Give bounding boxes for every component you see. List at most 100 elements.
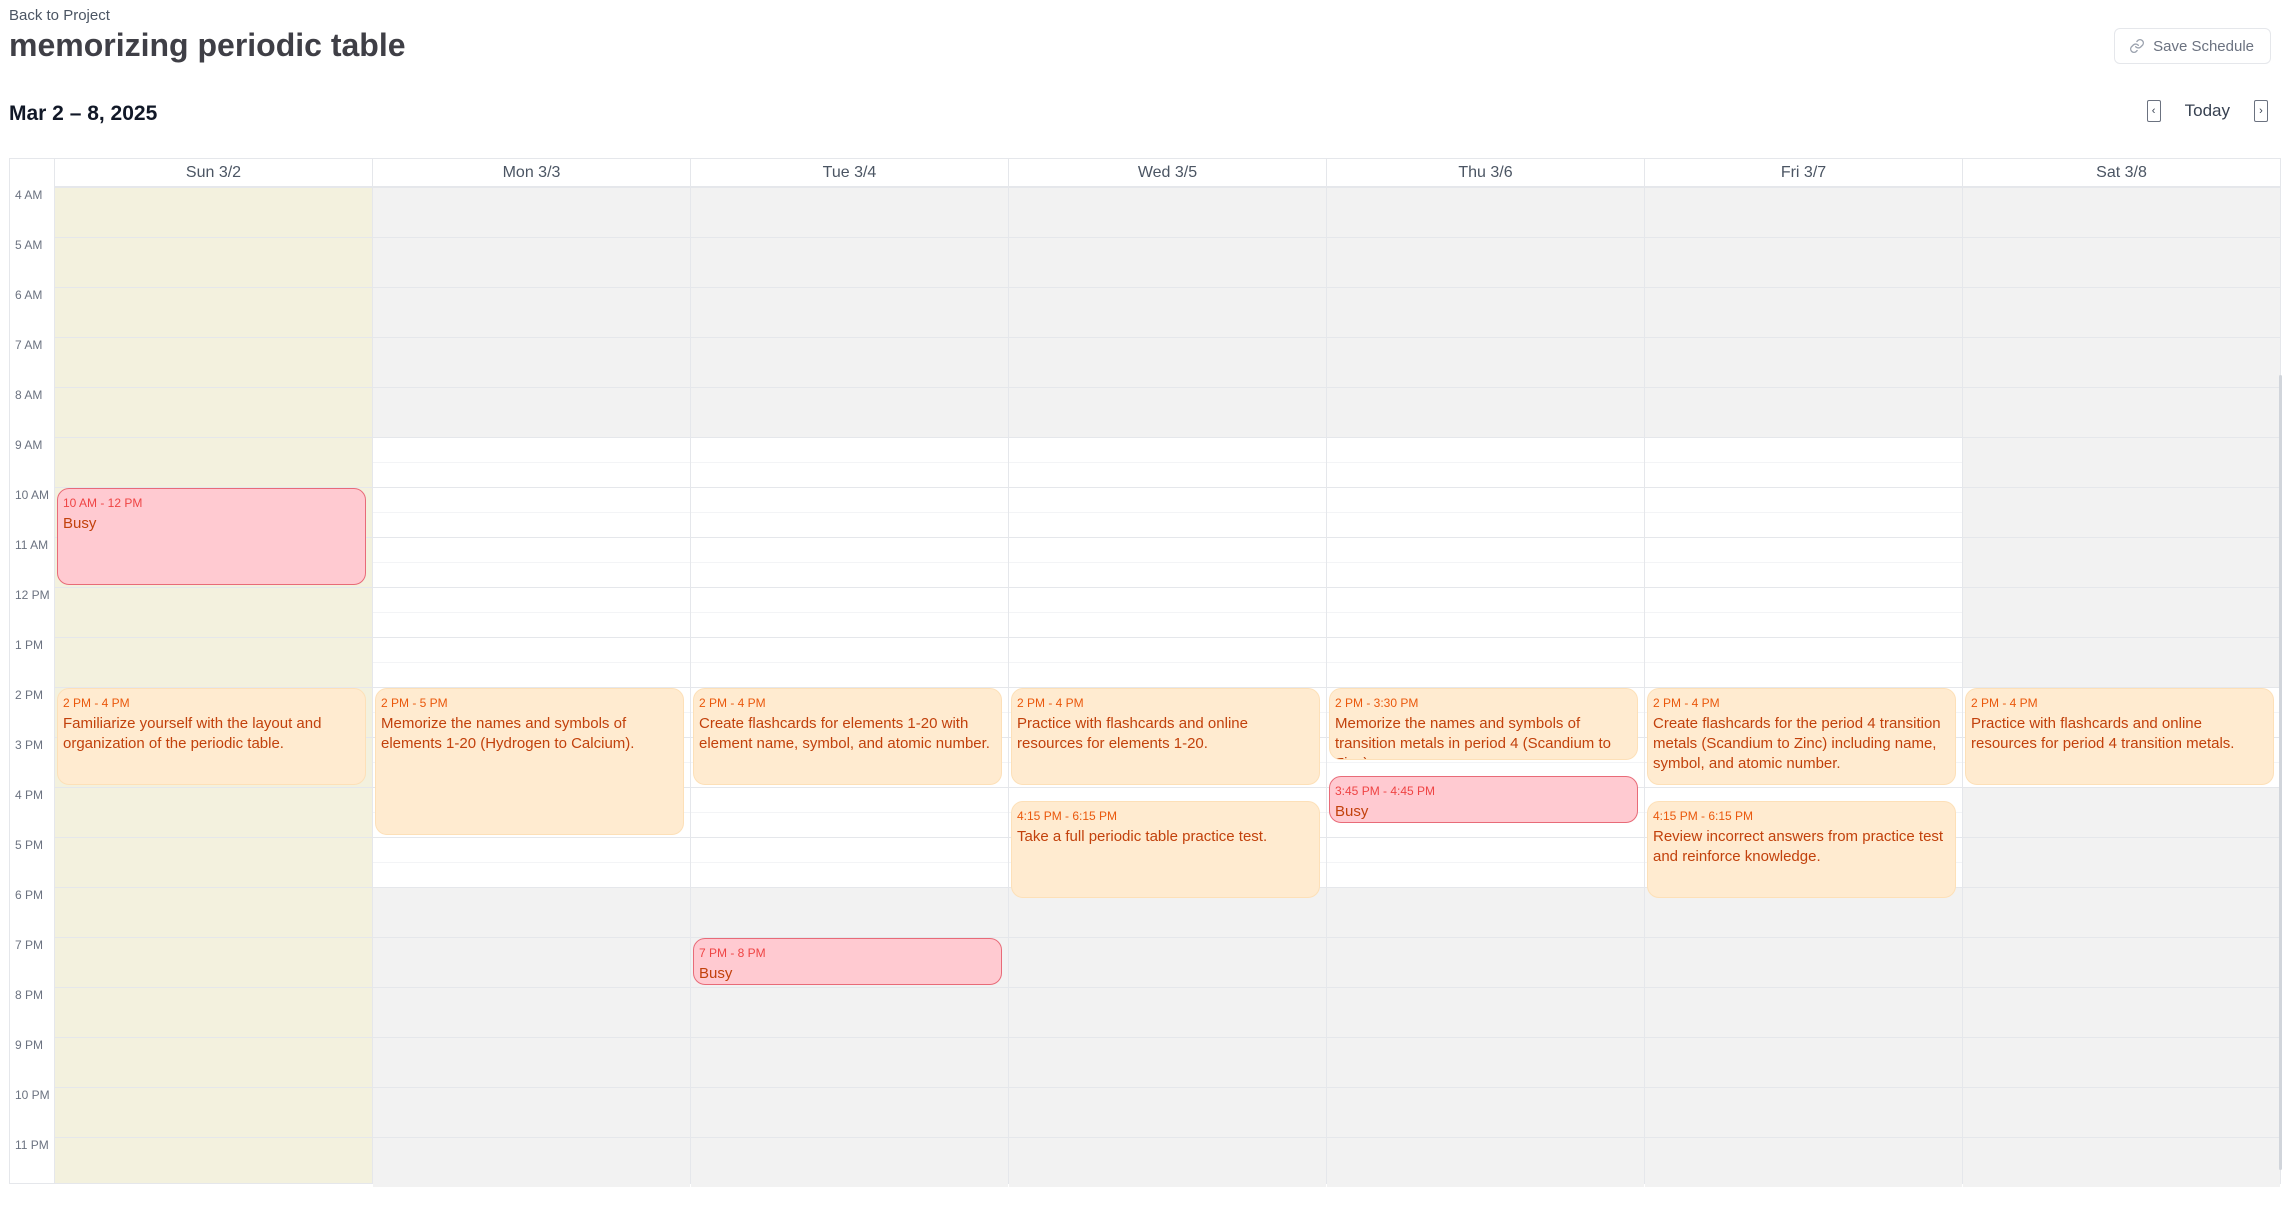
time-slot[interactable] — [55, 387, 372, 437]
task-event[interactable]: 2 PM - 3:30 PM Memorize the names and sym… — [1329, 688, 1638, 760]
time-slot[interactable] — [1963, 987, 2280, 1037]
save-schedule-button[interactable]: Save Schedule — [2114, 28, 2271, 64]
day-column[interactable] — [54, 187, 372, 1183]
task-event[interactable]: 2 PM - 4 PM Practice with flashcards and … — [1965, 688, 2274, 785]
time-slot[interactable] — [55, 437, 372, 487]
calendar-scrollbar[interactable] — [2279, 375, 2282, 1170]
time-slot[interactable] — [1963, 887, 2280, 937]
time-slot[interactable] — [1963, 387, 2280, 437]
time-slot[interactable] — [1963, 287, 2280, 337]
time-slot[interactable] — [1327, 337, 1644, 387]
time-slot[interactable] — [1963, 187, 2280, 237]
time-slot[interactable] — [1963, 587, 2280, 637]
time-slot[interactable] — [55, 1037, 372, 1087]
time-slot[interactable] — [373, 887, 690, 937]
time-slot[interactable] — [691, 1087, 1008, 1137]
time-slot[interactable] — [1963, 937, 2280, 987]
time-slot[interactable] — [1963, 1087, 2280, 1137]
time-slot[interactable] — [691, 237, 1008, 287]
time-slot[interactable] — [1963, 787, 2280, 837]
time-slot[interactable] — [1009, 337, 1326, 387]
time-slot[interactable] — [55, 987, 372, 1037]
time-slot[interactable] — [55, 637, 372, 687]
time-slot[interactable] — [1009, 187, 1326, 237]
time-slot[interactable] — [1327, 287, 1644, 337]
today-button[interactable]: Today — [2185, 101, 2230, 121]
time-slot[interactable] — [1327, 987, 1644, 1037]
busy-event[interactable]: 10 AM - 12 PM Busy — [57, 488, 366, 585]
time-slot[interactable] — [55, 887, 372, 937]
task-event[interactable]: 2 PM - 4 PM Create flashcards for element… — [693, 688, 1002, 785]
time-slot[interactable] — [1645, 937, 1962, 987]
time-slot[interactable] — [1009, 987, 1326, 1037]
time-slot[interactable] — [1963, 437, 2280, 487]
time-slot[interactable] — [1009, 1137, 1326, 1187]
time-slot[interactable] — [1645, 187, 1962, 237]
day-column[interactable] — [1644, 187, 1962, 1187]
time-slot[interactable] — [1645, 287, 1962, 337]
time-slot[interactable] — [1963, 487, 2280, 537]
time-slot[interactable] — [1963, 837, 2280, 887]
time-slot[interactable] — [1327, 187, 1644, 237]
time-slot[interactable] — [691, 1137, 1008, 1187]
time-slot[interactable] — [373, 1087, 690, 1137]
task-event[interactable]: 2 PM - 5 PM Memorize the names and symbol… — [375, 688, 684, 835]
time-slot[interactable] — [1327, 887, 1644, 937]
time-slot[interactable] — [55, 187, 372, 237]
time-slot[interactable] — [1009, 287, 1326, 337]
task-event[interactable]: 2 PM - 4 PM Familiarize yourself with the… — [57, 688, 366, 785]
day-column[interactable] — [1326, 187, 1644, 1187]
time-slot[interactable] — [1963, 1137, 2280, 1187]
time-slot[interactable] — [691, 987, 1008, 1037]
time-slot[interactable] — [55, 1137, 372, 1187]
task-event[interactable]: 4:15 PM - 6:15 PM Review incorrect answer… — [1647, 800, 1956, 898]
time-slot[interactable] — [1645, 1037, 1962, 1087]
back-to-project-link[interactable]: Back to Project — [9, 7, 110, 24]
task-event[interactable]: 2 PM - 4 PM Practice with flashcards and … — [1011, 688, 1320, 785]
time-slot[interactable] — [1645, 237, 1962, 287]
time-slot[interactable] — [55, 287, 372, 337]
time-slot[interactable] — [1645, 337, 1962, 387]
day-column[interactable] — [1962, 187, 2280, 1187]
day-column[interactable] — [372, 187, 690, 1187]
time-slot[interactable] — [1009, 1037, 1326, 1087]
time-slot[interactable] — [1009, 387, 1326, 437]
time-slot[interactable] — [55, 837, 372, 887]
time-slot[interactable] — [55, 787, 372, 837]
prev-week-button[interactable]: ‹ — [2146, 100, 2161, 122]
time-slot[interactable] — [55, 237, 372, 287]
busy-event[interactable]: 3:45 PM - 4:45 PM Busy — [1329, 775, 1638, 823]
time-slot[interactable] — [1327, 937, 1644, 987]
time-slot[interactable] — [55, 1087, 372, 1137]
time-slot[interactable] — [1963, 1037, 2280, 1087]
time-slot[interactable] — [1327, 1137, 1644, 1187]
time-slot[interactable] — [373, 337, 690, 387]
time-slot[interactable] — [373, 1037, 690, 1087]
time-slot[interactable] — [55, 937, 372, 987]
time-slot[interactable] — [1327, 237, 1644, 287]
time-slot[interactable] — [691, 1037, 1008, 1087]
time-slot[interactable] — [691, 187, 1008, 237]
task-event[interactable]: 2 PM - 4 PM Create flashcards for the per… — [1647, 688, 1956, 785]
task-event[interactable]: 4:15 PM - 6:15 PM Take a full periodic ta… — [1011, 800, 1320, 898]
next-week-button[interactable]: › — [2254, 100, 2268, 122]
time-slot[interactable] — [1009, 1087, 1326, 1137]
time-slot[interactable] — [691, 287, 1008, 337]
time-slot[interactable] — [373, 237, 690, 287]
day-column[interactable] — [1008, 187, 1326, 1187]
day-column[interactable] — [690, 187, 1008, 1187]
time-slot[interactable] — [373, 987, 690, 1037]
time-slot[interactable] — [373, 1137, 690, 1187]
time-slot[interactable] — [1963, 237, 2280, 287]
time-slot[interactable] — [691, 887, 1008, 937]
time-slot[interactable] — [1963, 537, 2280, 587]
time-slot[interactable] — [1327, 1087, 1644, 1137]
time-slot[interactable] — [1645, 987, 1962, 1037]
time-slot[interactable] — [691, 387, 1008, 437]
time-slot[interactable] — [1645, 1137, 1962, 1187]
time-slot[interactable] — [1963, 637, 2280, 687]
time-slot[interactable] — [373, 287, 690, 337]
time-slot[interactable] — [373, 937, 690, 987]
time-slot[interactable] — [1009, 937, 1326, 987]
time-slot[interactable] — [691, 337, 1008, 387]
